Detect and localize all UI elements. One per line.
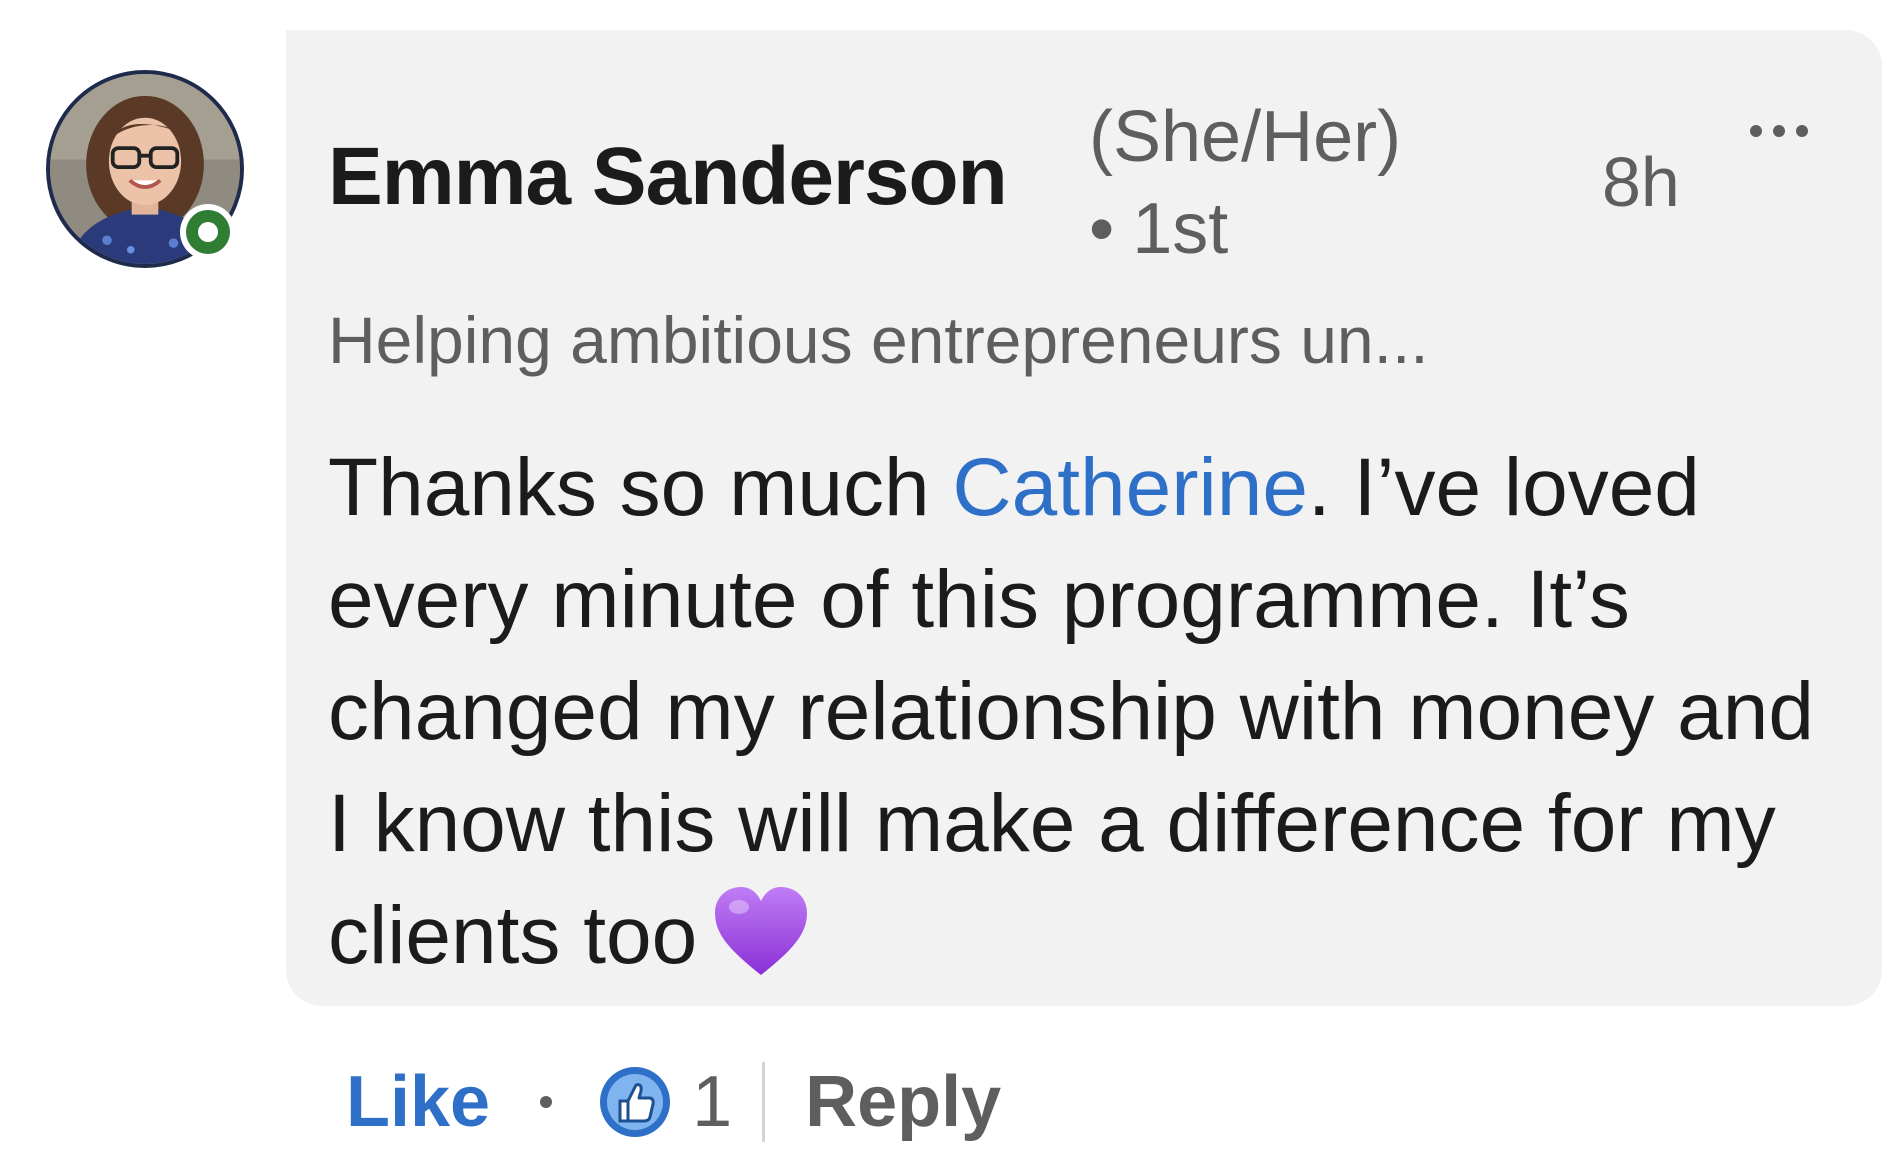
degree-label: 1st [1132, 189, 1229, 269]
ellipsis-icon [1750, 125, 1762, 137]
action-divider [762, 1062, 766, 1142]
action-separator [540, 1096, 553, 1108]
author-name[interactable]: Emma Sanderson [328, 130, 1008, 224]
comment-actions: Like 1 Reply [346, 1052, 1001, 1152]
presence-ring [186, 210, 230, 254]
online-status-icon [180, 204, 236, 260]
comment-bubble: Emma Sanderson (She/Her) • 1st 8h Helping… [286, 30, 1882, 1006]
comment-text: Thanks so much Catherine. I’ve loved eve… [328, 432, 1848, 992]
presence-dot [198, 222, 218, 242]
ellipsis-icon-dot [1796, 125, 1808, 137]
connection-degree: • 1st [1089, 188, 1228, 270]
reaction-count[interactable]: 1 [692, 1061, 732, 1143]
degree-separator: • [1089, 189, 1115, 269]
author-pronouns: (She/Her) [1089, 97, 1402, 177]
avatar[interactable] [46, 70, 244, 268]
purple-heart-icon [715, 887, 808, 975]
mention-link[interactable]: Catherine [952, 442, 1308, 533]
author-headline: Helping ambitious entrepreneurs un... [328, 303, 1429, 377]
comment-text-start: Thanks so much [328, 442, 953, 533]
like-button[interactable]: Like [346, 1061, 490, 1143]
ellipsis-icon-dot [1773, 125, 1785, 137]
reply-button[interactable]: Reply [805, 1061, 1001, 1143]
comment-timestamp: 8h [1602, 143, 1680, 221]
thumbs-up-icon[interactable] [598, 1065, 672, 1139]
more-options-button[interactable] [1734, 106, 1824, 156]
